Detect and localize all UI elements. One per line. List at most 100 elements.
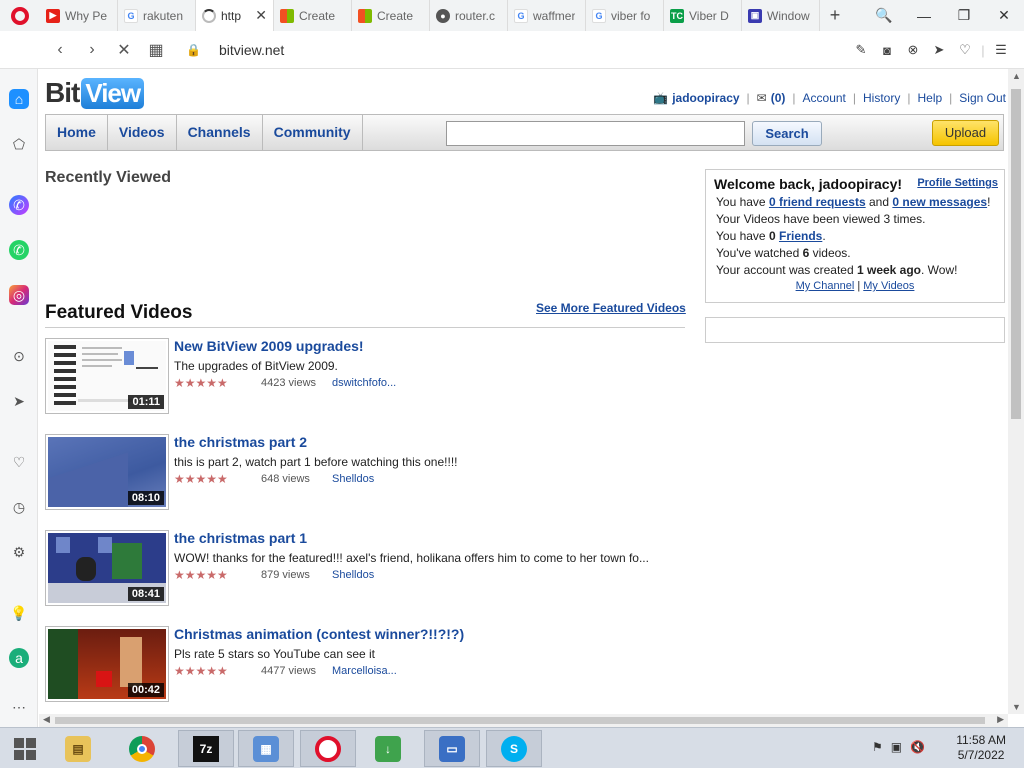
thumbnail-image: 00:42 <box>48 629 166 699</box>
browser-tab[interactable]: Create <box>352 0 430 31</box>
mail-icon[interactable]: ✉ <box>757 91 767 105</box>
video-thumbnail[interactable]: 01:11 <box>45 338 169 414</box>
send-icon[interactable]: ➤ <box>926 42 952 58</box>
browser-tab[interactable]: Grakuten <box>118 0 196 31</box>
video-thumbnail[interactable]: 00:42 <box>45 626 169 702</box>
settings-gear-icon[interactable]: ⚙ <box>9 542 29 562</box>
video-author-link[interactable]: dswitchfofo... <box>332 377 396 389</box>
browser-tab-active[interactable]: http ✕ <box>196 0 274 31</box>
nav-community[interactable]: Community <box>263 115 363 150</box>
control-panel-icon[interactable]: ▦ <box>238 730 294 767</box>
scrollbar-thumb[interactable] <box>1011 89 1021 419</box>
browser-tab[interactable]: Create <box>274 0 352 31</box>
browser-tab[interactable]: Gwaffmer <box>508 0 586 31</box>
search-button[interactable]: Search <box>752 121 822 146</box>
help-link[interactable]: Help <box>917 91 942 105</box>
video-views: 879 views <box>261 569 310 581</box>
search-input[interactable] <box>446 121 745 146</box>
messages-count-link[interactable]: (0) <box>771 91 786 105</box>
minimize-button[interactable]: — <box>904 8 944 24</box>
forward-button[interactable]: › <box>76 41 108 59</box>
speed-dial-icon[interactable]: ▦ <box>140 40 172 60</box>
lightbulb-icon[interactable]: 💡 <box>9 603 29 623</box>
vertical-scrollbar[interactable]: ▲ ▼ <box>1008 69 1024 714</box>
aria-icon[interactable]: a <box>9 648 29 668</box>
edit-icon[interactable]: ✎ <box>848 42 874 58</box>
browser-tab[interactable]: ▣ Window <box>742 0 820 31</box>
volume-muted-icon[interactable]: 🔇 <box>910 740 925 754</box>
camera-icon[interactable]: ◙ <box>874 43 900 58</box>
profile-settings-link[interactable]: Profile Settings <box>917 177 998 189</box>
easy-setup-icon[interactable]: ☰ <box>988 42 1014 58</box>
network-icon[interactable]: ▣ <box>891 740 902 754</box>
video-thumbnail[interactable]: 08:10 <box>45 434 169 510</box>
lock-icon[interactable]: 🔒 <box>186 43 201 57</box>
video-title-link[interactable]: the christmas part 1 <box>174 530 307 546</box>
scrollbar-thumb[interactable] <box>55 717 985 724</box>
video-author-link[interactable]: Shelldos <box>332 473 374 485</box>
video-author-link[interactable]: Marcelloisa... <box>332 665 397 677</box>
browser-tab[interactable]: Gviber fo <box>586 0 664 31</box>
bitview-logo[interactable]: Bit View <box>45 77 145 109</box>
scroll-right-icon[interactable]: ▶ <box>997 714 1004 725</box>
send-icon[interactable]: ➤ <box>9 391 29 411</box>
tab-search-icon[interactable]: 🔍 <box>864 7 904 24</box>
scroll-up-icon[interactable]: ▲ <box>1012 71 1021 81</box>
history-icon[interactable]: ◷ <box>9 497 29 517</box>
welcome-line-requests: You have 0 friend requests and 0 new mes… <box>716 195 991 209</box>
my-channel-link[interactable]: My Channel <box>796 280 855 292</box>
stop-loading-button[interactable]: ✕ <box>108 40 140 60</box>
scroll-left-icon[interactable]: ◀ <box>43 714 50 725</box>
whatsapp-icon[interactable]: ✆ <box>9 240 29 260</box>
video-title-link[interactable]: the christmas part 2 <box>174 434 307 450</box>
heart-icon[interactable]: ♡ <box>952 42 978 58</box>
account-link[interactable]: Account <box>803 91 846 105</box>
skype-icon[interactable]: S <box>486 730 542 767</box>
my-videos-link[interactable]: My Videos <box>863 280 914 292</box>
browser-tab[interactable]: ▶ Why Pe <box>40 0 118 31</box>
adblock-icon[interactable]: ⊗ <box>900 42 926 58</box>
file-explorer-icon[interactable]: ▤ <box>50 730 106 767</box>
history-link[interactable]: History <box>863 91 900 105</box>
nav-channels[interactable]: Channels <box>177 115 263 150</box>
close-window-button[interactable]: ✕ <box>984 7 1024 24</box>
video-thumbnail[interactable]: 08:41 <box>45 530 169 606</box>
chrome-icon[interactable] <box>114 730 170 767</box>
home-icon[interactable]: ⌂ <box>9 89 29 109</box>
upload-button[interactable]: Upload <box>932 120 999 146</box>
sign-out-link[interactable]: Sign Out <box>959 91 1006 105</box>
download-manager-icon[interactable]: ↓ <box>360 730 416 767</box>
heart-icon[interactable]: ♡ <box>9 452 29 472</box>
horizontal-scrollbar[interactable]: ◀ ▶ <box>39 714 1008 727</box>
video-author-link[interactable]: Shelldos <box>332 569 374 581</box>
remote-desktop-icon[interactable]: ▭ <box>424 730 480 767</box>
browser-tab[interactable]: ● router.c <box>430 0 508 31</box>
see-more-featured-link[interactable]: See More Featured Videos <box>536 301 686 315</box>
back-button[interactable]: ‹ <box>44 41 76 59</box>
username-link[interactable]: jadoopiracy <box>672 91 739 105</box>
bookmarks-icon[interactable]: ⬠ <box>9 134 29 154</box>
more-icon[interactable]: ⋯ <box>9 697 29 717</box>
new-tab-button[interactable]: + <box>820 5 850 26</box>
nav-home[interactable]: Home <box>46 115 108 150</box>
instagram-icon[interactable]: ◎ <box>9 285 29 305</box>
system-clock[interactable]: 11:58 AM 5/7/2022 <box>956 733 1006 763</box>
friends-link[interactable]: Friends <box>779 229 822 243</box>
browser-tab[interactable]: TC Viber D <box>664 0 742 31</box>
restore-button[interactable]: ❐ <box>944 7 984 24</box>
video-title-link[interactable]: Christmas animation (contest winner?!!?!… <box>174 626 464 642</box>
flag-icon[interactable]: ⚑ <box>872 740 883 754</box>
7zip-icon[interactable]: 7z <box>178 730 234 767</box>
close-tab-icon[interactable]: ✕ <box>255 7 267 24</box>
new-messages-link[interactable]: 0 new messages <box>892 195 987 209</box>
start-button[interactable] <box>0 730 50 767</box>
video-title-link[interactable]: New BitView 2009 upgrades! <box>174 338 364 354</box>
friend-requests-link[interactable]: 0 friend requests <box>769 195 866 209</box>
opera-taskbar-icon[interactable] <box>300 730 356 767</box>
player-icon[interactable]: ⊙ <box>9 346 29 366</box>
nav-videos[interactable]: Videos <box>108 115 177 150</box>
opera-menu-icon[interactable] <box>0 0 40 31</box>
url-field[interactable]: bitview.net <box>219 42 284 58</box>
scroll-down-icon[interactable]: ▼ <box>1012 702 1021 712</box>
messenger-icon[interactable]: ✆ <box>9 195 29 215</box>
